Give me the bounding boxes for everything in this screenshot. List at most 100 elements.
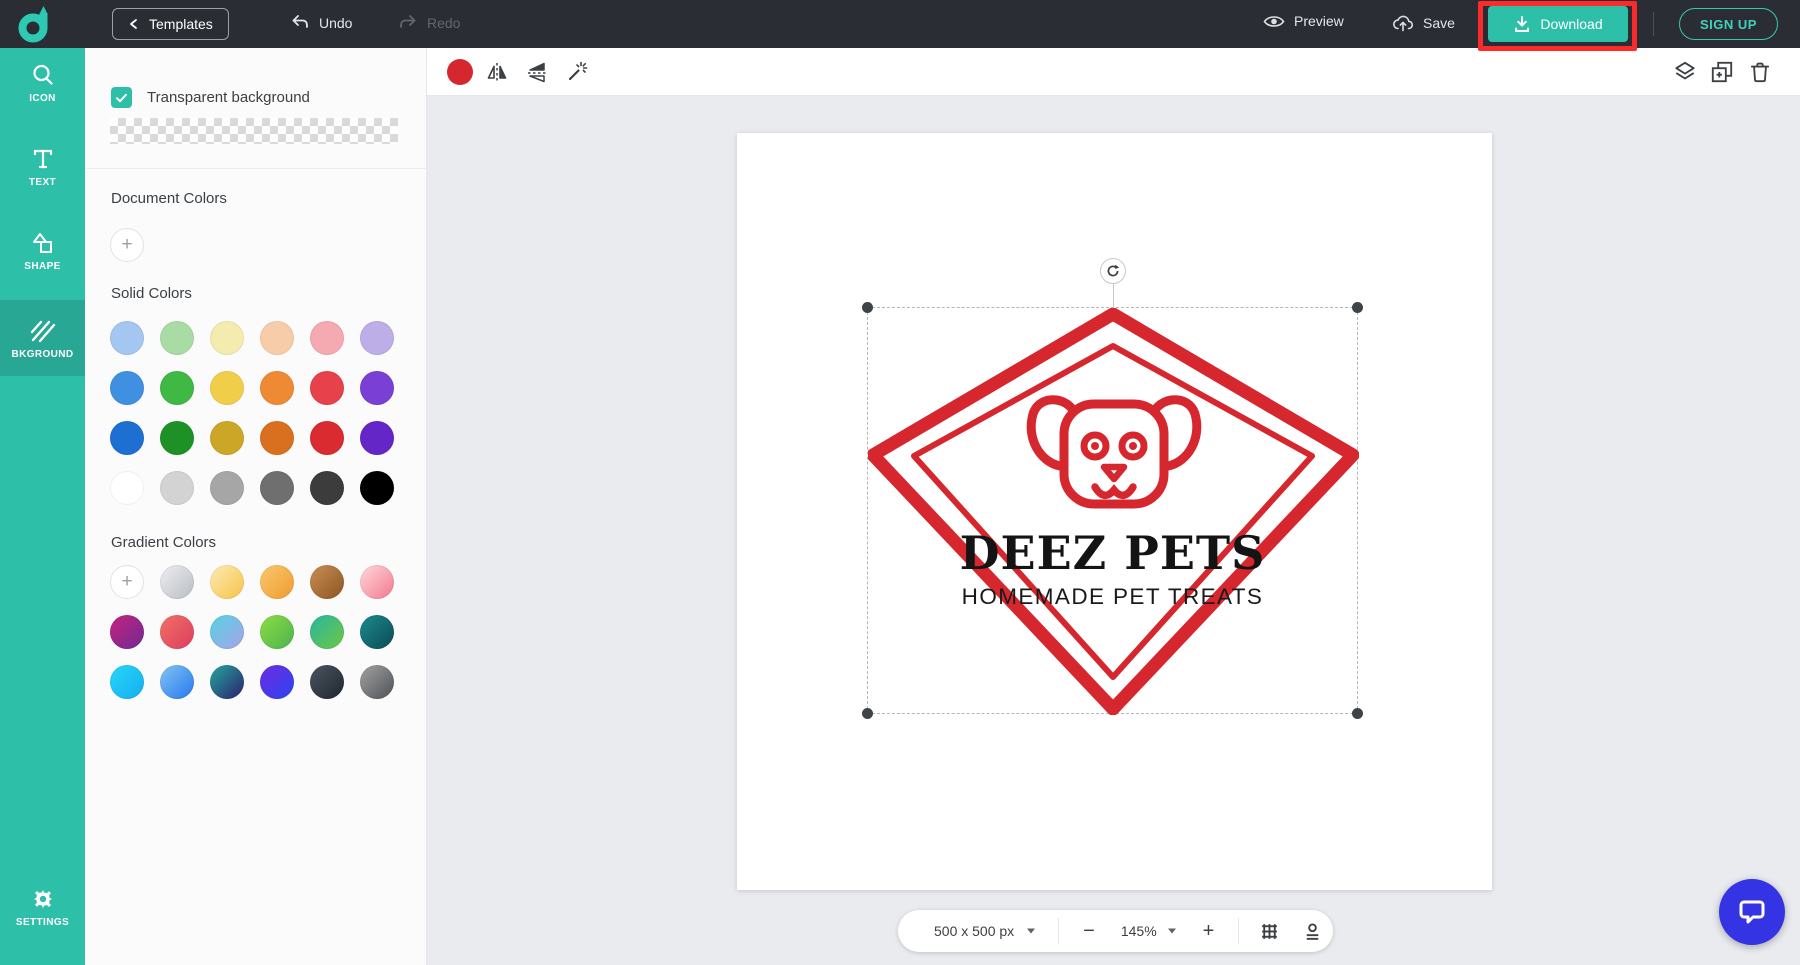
gradient-color-swatch[interactable] bbox=[360, 615, 394, 649]
live-chat-button[interactable] bbox=[1719, 879, 1785, 945]
fill-color-swatch[interactable] bbox=[447, 59, 473, 85]
sidebar-item-background[interactable]: BKGROUND bbox=[0, 300, 85, 376]
pet-logo-graphic[interactable] bbox=[868, 308, 1359, 715]
snap-toggle-button[interactable] bbox=[1302, 921, 1323, 942]
logo-brand-text[interactable]: DEEZ PETS bbox=[868, 530, 1357, 576]
gradient-color-swatch[interactable] bbox=[160, 615, 194, 649]
zoom-out-button[interactable]: − bbox=[1083, 920, 1095, 943]
delete-button[interactable] bbox=[1746, 58, 1774, 86]
resize-handle-top-left[interactable] bbox=[862, 302, 873, 313]
solid-color-swatch[interactable] bbox=[210, 321, 244, 355]
gradient-color-swatch[interactable] bbox=[260, 565, 294, 599]
sidebar-item-icon[interactable]: ICON bbox=[0, 62, 85, 104]
cloud-upload-icon bbox=[1392, 13, 1414, 32]
artboard[interactable]: DEEZ PETS HOMEMADE PET TREATS bbox=[737, 133, 1492, 890]
bottom-bar-divider bbox=[1058, 918, 1059, 944]
gradient-color-swatch[interactable] bbox=[110, 615, 144, 649]
app-logo[interactable] bbox=[16, 5, 54, 43]
solid-color-swatch[interactable] bbox=[210, 421, 244, 455]
panel-divider bbox=[85, 168, 427, 169]
templates-label: Templates bbox=[149, 16, 213, 32]
save-button[interactable]: Save bbox=[1392, 13, 1455, 32]
solid-color-swatch[interactable] bbox=[260, 321, 294, 355]
gradient-color-swatch[interactable] bbox=[360, 565, 394, 599]
effects-button[interactable] bbox=[563, 58, 591, 86]
solid-color-swatch[interactable] bbox=[210, 471, 244, 505]
gradient-color-swatch[interactable] bbox=[210, 665, 244, 699]
undo-button[interactable]: Undo bbox=[290, 13, 352, 33]
resize-handle-bottom-left[interactable] bbox=[862, 708, 873, 719]
solid-color-swatch[interactable] bbox=[260, 471, 294, 505]
solid-color-swatch[interactable] bbox=[160, 371, 194, 405]
sidebar-item-shape[interactable]: SHAPE bbox=[0, 230, 85, 272]
gradient-colors-grid: + bbox=[110, 565, 394, 699]
shape-icon bbox=[30, 230, 56, 256]
solid-color-swatch[interactable] bbox=[160, 421, 194, 455]
download-button[interactable]: Download bbox=[1488, 6, 1628, 42]
preview-button[interactable]: Preview bbox=[1263, 13, 1344, 29]
solid-color-swatch[interactable] bbox=[110, 421, 144, 455]
templates-button[interactable]: Templates bbox=[112, 8, 229, 40]
duplicate-button[interactable] bbox=[1708, 58, 1736, 86]
solid-color-swatch[interactable] bbox=[310, 321, 344, 355]
solid-color-swatch[interactable] bbox=[110, 321, 144, 355]
download-label: Download bbox=[1540, 16, 1602, 32]
solid-color-swatch[interactable] bbox=[360, 421, 394, 455]
redo-icon bbox=[398, 13, 418, 33]
solid-color-swatch[interactable] bbox=[360, 371, 394, 405]
sidebar-item-text[interactable]: TEXT bbox=[0, 146, 85, 188]
redo-button[interactable]: Redo bbox=[398, 13, 460, 33]
flip-horizontal-button[interactable] bbox=[483, 58, 511, 86]
solid-color-swatch[interactable] bbox=[160, 321, 194, 355]
solid-color-swatch[interactable] bbox=[310, 421, 344, 455]
snap-icon bbox=[1302, 921, 1323, 942]
rotate-handle[interactable] bbox=[1100, 258, 1126, 284]
solid-color-swatch[interactable] bbox=[110, 371, 144, 405]
gradient-color-swatch[interactable] bbox=[160, 565, 194, 599]
gradient-color-swatch[interactable] bbox=[310, 615, 344, 649]
gradient-color-swatch[interactable] bbox=[360, 665, 394, 699]
solid-color-swatch[interactable] bbox=[360, 321, 394, 355]
flip-vertical-button[interactable] bbox=[523, 58, 551, 86]
add-document-color-button[interactable]: + bbox=[110, 228, 144, 262]
gradient-color-swatch[interactable] bbox=[210, 565, 244, 599]
layers-button[interactable] bbox=[1671, 58, 1699, 86]
canvas-size-selector[interactable]: 500 x 500 px bbox=[934, 923, 1036, 939]
resize-handle-bottom-right[interactable] bbox=[1352, 708, 1363, 719]
checkbox-checked-icon bbox=[111, 87, 132, 108]
solid-color-swatch[interactable] bbox=[110, 471, 144, 505]
sidebar-item-settings[interactable]: SETTINGS bbox=[0, 886, 85, 928]
gradient-color-swatch[interactable] bbox=[160, 665, 194, 699]
chat-bubble-icon bbox=[1736, 896, 1768, 928]
gradient-color-swatch[interactable] bbox=[310, 665, 344, 699]
grid-toggle-button[interactable] bbox=[1259, 921, 1280, 942]
hatch-icon bbox=[29, 318, 57, 344]
gradient-color-swatch[interactable] bbox=[110, 665, 144, 699]
layers-icon bbox=[1672, 59, 1698, 85]
gradient-color-swatch[interactable] bbox=[310, 565, 344, 599]
signup-button[interactable]: SIGN UP bbox=[1679, 8, 1778, 40]
sidebar-label: BKGROUND bbox=[0, 349, 85, 360]
solid-color-swatch[interactable] bbox=[310, 471, 344, 505]
transparent-background-checkbox[interactable]: Transparent background bbox=[111, 87, 310, 108]
rotate-icon bbox=[1105, 263, 1121, 279]
solid-color-swatch[interactable] bbox=[260, 371, 294, 405]
add-gradient-color-button[interactable]: + bbox=[110, 565, 144, 599]
logo-selection-box[interactable]: DEEZ PETS HOMEMADE PET TREATS bbox=[867, 307, 1358, 714]
transparency-preview-strip bbox=[110, 118, 398, 144]
zoom-level-selector[interactable]: 145% bbox=[1121, 923, 1177, 939]
gradient-color-swatch[interactable] bbox=[260, 665, 294, 699]
solid-color-swatch[interactable] bbox=[260, 421, 294, 455]
gradient-color-swatch[interactable] bbox=[260, 615, 294, 649]
magic-wand-icon bbox=[565, 60, 589, 84]
sidebar-label: ICON bbox=[0, 93, 85, 104]
solid-color-swatch[interactable] bbox=[160, 471, 194, 505]
gradient-color-swatch[interactable] bbox=[210, 615, 244, 649]
solid-color-swatch[interactable] bbox=[210, 371, 244, 405]
solid-color-swatch[interactable] bbox=[360, 471, 394, 505]
resize-handle-top-right[interactable] bbox=[1352, 302, 1363, 313]
solid-color-swatch[interactable] bbox=[310, 371, 344, 405]
logo-tagline-text[interactable]: HOMEMADE PET TREATS bbox=[868, 586, 1357, 609]
zoom-in-button[interactable]: + bbox=[1203, 920, 1215, 943]
canvas-toolbar bbox=[427, 48, 1800, 96]
